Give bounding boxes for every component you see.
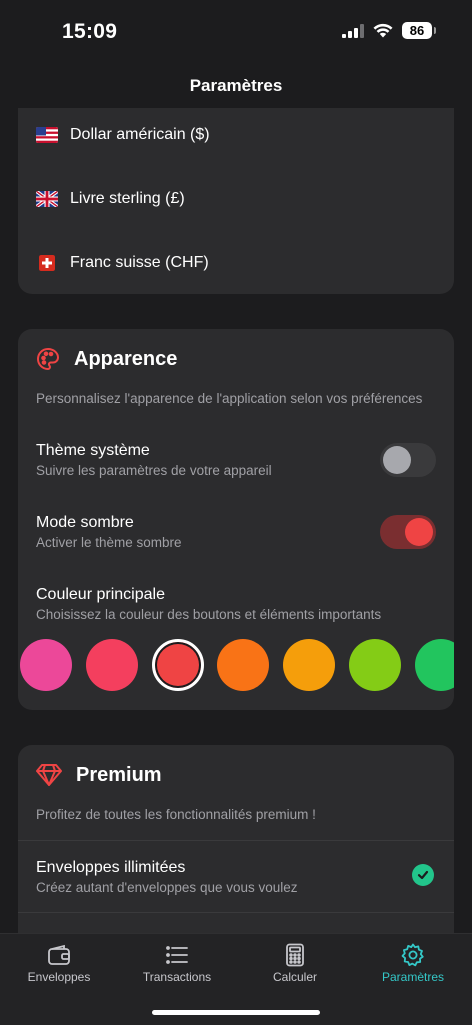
currency-item-usd[interactable]: Dollar américain ($)	[36, 126, 210, 144]
palette-icon	[37, 347, 60, 371]
color-swatch-lime[interactable]	[349, 639, 401, 691]
appearance-card: Apparence Personnalisez l'apparence de l…	[18, 329, 454, 710]
color-swatch-orange[interactable]	[217, 639, 269, 691]
uk-flag-icon	[36, 191, 58, 207]
premium-title: Premium	[76, 763, 162, 786]
system-theme-toggle[interactable]	[380, 443, 436, 477]
tab-transactions[interactable]: Transactions	[118, 934, 236, 994]
tab-parametres[interactable]: Paramètres	[354, 934, 472, 994]
status-time: 15:09	[62, 20, 118, 43]
tab-label: Paramètres	[381, 970, 445, 984]
currency-item-gbp[interactable]: Livre sterling (£)	[36, 190, 185, 208]
appearance-title: Apparence	[74, 347, 178, 370]
premium-feature-label: Enveloppes illimitées	[36, 859, 186, 876]
settings-scroll-view[interactable]: Dollar américain ($) Livre sterling (£)	[0, 108, 472, 934]
color-swatch-red[interactable]	[152, 639, 204, 691]
premium-card: Premium Profitez de toutes les fonctionn…	[18, 745, 454, 934]
currency-item-chf[interactable]: Franc suisse (CHF)	[36, 254, 209, 272]
system-theme-label: Thème système	[36, 442, 150, 459]
diamond-icon	[36, 764, 62, 786]
home-indicator	[152, 1010, 320, 1015]
tab-enveloppes[interactable]: Enveloppes	[0, 934, 118, 994]
toggle-knob	[383, 446, 411, 474]
currency-label: Livre sterling (£)	[70, 190, 185, 207]
color-swatch-green[interactable]	[415, 639, 454, 691]
tab-label: Calculer	[272, 970, 317, 984]
currency-card: Dollar américain ($) Livre sterling (£)	[18, 108, 454, 294]
color-swatch-amber[interactable]	[283, 639, 335, 691]
tab-calculer[interactable]: Calculer	[236, 934, 354, 994]
battery-indicator: 86	[402, 22, 436, 39]
tab-label: Transactions	[142, 970, 212, 984]
page-title: Paramètres	[189, 76, 283, 95]
cellular-signal-icon	[342, 23, 364, 38]
check-icon	[412, 864, 434, 886]
dark-mode-sub: Activer le thème sombre	[36, 535, 182, 550]
gear-icon	[401, 943, 424, 967]
dark-mode-toggle[interactable]	[380, 515, 436, 549]
tab-label: Enveloppes	[27, 970, 91, 984]
divider	[18, 840, 454, 841]
appearance-description: Personnalisez l'apparence de l'applicati…	[36, 391, 423, 406]
status-icons: 86	[342, 22, 436, 39]
color-swatch-pink[interactable]	[20, 639, 72, 691]
calculator-icon	[286, 943, 304, 967]
us-flag-icon	[36, 127, 58, 143]
premium-description: Profitez de toutes les fonctionnalités p…	[36, 807, 316, 822]
wallet-icon	[48, 944, 70, 965]
swiss-flag-icon	[39, 255, 55, 271]
list-icon	[166, 946, 188, 964]
dark-mode-label: Mode sombre	[36, 514, 134, 531]
toggle-knob	[405, 518, 433, 546]
status-bar: 15:09 86	[0, 0, 472, 64]
divider	[18, 912, 454, 913]
main-color-sub: Choisissez la couleur des boutons et élé…	[36, 607, 382, 622]
system-theme-sub: Suivre les paramètres de votre appareil	[36, 463, 272, 478]
color-swatch-list[interactable]	[18, 639, 454, 695]
wifi-icon	[373, 23, 393, 38]
currency-label: Dollar américain ($)	[70, 126, 210, 143]
premium-feature-sub: Créez autant d'enveloppes que vous voule…	[36, 880, 298, 895]
premium-header: Premium	[36, 763, 162, 787]
main-color-label: Couleur principale	[36, 586, 165, 603]
color-swatch-rose[interactable]	[86, 639, 138, 691]
appearance-header: Apparence	[36, 347, 177, 371]
currency-label: Franc suisse (CHF)	[70, 254, 209, 271]
